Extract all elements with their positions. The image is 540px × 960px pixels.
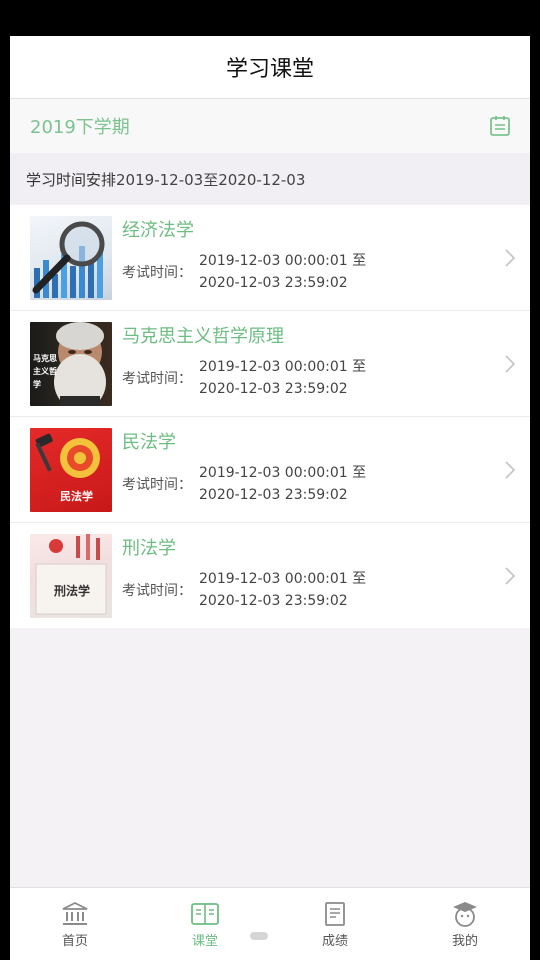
exam-time-label: 考试时间：	[122, 582, 192, 599]
course-info: 刑法学 考试时间： 2019-12-03 00:00:01 至 2020-12-…	[122, 538, 530, 612]
course-item-economic-law[interactable]: 经济法学 考试时间： 2019-12-03 00:00:01 至 2020-12…	[10, 205, 530, 311]
exam-start: 2019-12-03 00:00:01 至	[199, 570, 367, 587]
nav-label: 课堂	[191, 934, 218, 949]
nav-label: 成绩	[321, 934, 348, 949]
student-avatar-icon	[450, 900, 480, 928]
exam-start: 2019-12-03 00:00:01 至	[199, 358, 367, 375]
top-bar: 学习课堂	[10, 36, 530, 99]
course-list: 经济法学 考试时间： 2019-12-03 00:00:01 至 2020-12…	[10, 205, 530, 628]
semester-label: 2019下学期	[30, 117, 130, 138]
course-thumbnail-economic-law	[30, 215, 112, 300]
course-item-criminal-law[interactable]: 刑法学 刑法学 考试时间： 2019-12-03 00:00:01 至 2020…	[10, 523, 530, 628]
course-info: 马克思主义哲学原理 考试时间： 2019-12-03 00:00:01 至 20…	[122, 326, 530, 400]
course-name: 民法学	[122, 431, 176, 453]
nav-label: 我的	[451, 934, 478, 949]
course-thumbnail-criminal-law: 刑法学	[30, 533, 112, 618]
study-schedule: 学习时间安排 2019-12-03至2020-12-03	[10, 153, 530, 205]
nav-item-profile[interactable]: 我的	[400, 888, 530, 960]
course-thumbnail-civil-law: 民法学	[30, 427, 112, 512]
bank-icon	[60, 900, 90, 928]
nav-item-grades[interactable]: 成绩	[270, 888, 400, 960]
course-name: 马克思主义哲学原理	[122, 325, 284, 347]
exam-time-label: 考试时间：	[122, 476, 192, 493]
nav-label: 首页	[61, 934, 88, 949]
course-thumbnail-marxist-philosophy: 马克思主义哲学	[30, 321, 112, 406]
semester-selector[interactable]: 2019下学期	[10, 99, 530, 153]
exam-time-row: 考试时间： 2019-12-03 00:00:01 至 2020-12-03 2…	[122, 462, 530, 506]
gesture-handle[interactable]	[250, 932, 268, 940]
bottom-nav: 首页 课堂 成绩 我的	[10, 887, 530, 960]
course-item-marxist-philosophy[interactable]: 马克思主义哲学 马克思主义哲学原理 考试时间： 2019-12-03 00:00…	[10, 311, 530, 417]
chevron-right-icon	[505, 354, 516, 373]
course-info: 民法学 考试时间： 2019-12-03 00:00:01 至 2020-12-…	[122, 432, 530, 506]
schedule-label: 学习时间安排	[26, 170, 117, 189]
exam-times: 2019-12-03 00:00:01 至 2020-12-03 23:59:0…	[199, 250, 366, 294]
thumb-caption: 刑法学	[54, 583, 91, 598]
exam-time-row: 考试时间： 2019-12-03 00:00:01 至 2020-12-03 2…	[122, 568, 530, 612]
exam-time-row: 考试时间： 2019-12-03 00:00:01 至 2020-12-03 2…	[122, 356, 530, 400]
calendar-icon[interactable]	[488, 114, 512, 138]
exam-start: 2019-12-03 00:00:01 至	[199, 464, 367, 481]
exam-end: 2020-12-03 23:59:02	[199, 380, 348, 397]
course-name: 刑法学	[122, 537, 176, 559]
exam-end: 2020-12-03 23:59:02	[199, 486, 348, 503]
chevron-right-icon	[505, 460, 516, 479]
exam-time-row: 考试时间： 2019-12-03 00:00:01 至 2020-12-03 2…	[122, 250, 530, 294]
nav-item-home[interactable]: 首页	[10, 888, 140, 960]
course-item-civil-law[interactable]: 民法学 民法学 考试时间： 2019-12-03 00:00:01 至 2020…	[10, 417, 530, 523]
exam-start: 2019-12-03 00:00:01 至	[199, 252, 367, 269]
app-screen: 学习课堂 2019下学期 学习时间安排 2019-12-03至2020-12-03	[10, 36, 530, 960]
book-icon	[190, 900, 220, 928]
exam-times: 2019-12-03 00:00:01 至 2020-12-03 23:59:0…	[199, 356, 366, 400]
exam-time-label: 考试时间：	[122, 264, 192, 281]
thumb-caption: 民法学	[60, 489, 93, 503]
exam-time-label: 考试时间：	[122, 370, 192, 387]
page-title: 学习课堂	[225, 57, 314, 82]
exam-end: 2020-12-03 23:59:02	[199, 592, 348, 609]
chevron-right-icon	[505, 566, 516, 585]
thumb-caption: 马克思主义哲学	[33, 352, 57, 389]
exam-times: 2019-12-03 00:00:01 至 2020-12-03 23:59:0…	[199, 568, 366, 612]
chevron-right-icon	[505, 248, 516, 267]
course-info: 经济法学 考试时间： 2019-12-03 00:00:01 至 2020-12…	[122, 220, 530, 294]
report-icon	[320, 900, 350, 928]
course-name: 经济法学	[122, 219, 194, 241]
schedule-range: 2019-12-03至2020-12-03	[116, 170, 306, 189]
exam-end: 2020-12-03 23:59:02	[199, 274, 348, 291]
exam-times: 2019-12-03 00:00:01 至 2020-12-03 23:59:0…	[199, 462, 366, 506]
nav-item-classroom[interactable]: 课堂	[140, 888, 270, 960]
